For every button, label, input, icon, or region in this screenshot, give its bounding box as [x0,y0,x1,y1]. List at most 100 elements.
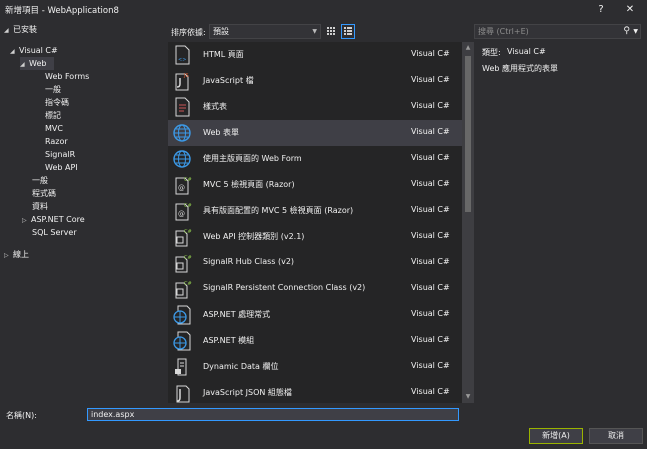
scroll-down-icon[interactable]: ▼ [462,393,474,400]
tree-item-directives[interactable]: 指令碼 [45,96,69,109]
template-language: Visual C# [411,179,450,188]
template-language: Visual C# [411,205,450,214]
template-row[interactable]: JavaScript JSON 組態檔 Visual C# [168,380,462,403]
template-name: Web 表單 [203,128,239,137]
cancel-button[interactable]: 取消 [589,428,643,444]
tree-item-visual-csharp[interactable]: ◢ Visual C# [10,44,58,57]
svg-text:C#: C# [184,255,192,261]
globe-file-icon [172,331,192,351]
stylesheet-icon [172,97,192,117]
sort-label: 排序依據: [171,28,206,37]
scroll-up-icon[interactable]: ▲ [462,44,474,51]
template-row[interactable]: @ C# MVC 5 檢視頁面 (Razor) Visual C# [168,172,462,198]
template-row[interactable]: 樣式表 Visual C# [168,94,462,120]
template-row[interactable]: ASP.NET 處理常式 Visual C# [168,302,462,328]
chevron-down-icon: ▼ [312,28,317,35]
tree-item-installed[interactable]: ◢ 已安裝 [4,23,37,36]
svg-text:C#: C# [184,177,192,183]
class-file-icon: C# [172,227,192,247]
razor-view-icon: @ C# [172,201,192,221]
search-placeholder: 搜尋 (Ctrl+E) [478,27,529,36]
web-form-icon [172,123,192,143]
template-list[interactable]: <> HTML 頁面 Visual C# JS JavaScript 檔 Visual C… [168,42,462,403]
template-row[interactable]: C# Web API 控制器類別 (v2.1) Visual C# [168,224,462,250]
class-file-icon: C# [172,279,192,299]
name-input[interactable] [87,408,459,421]
template-row[interactable]: @ C# 具有版面配置的 MVC 5 檢視頁面 (Razor) Visual C# [168,198,462,224]
svg-text:@: @ [178,184,185,192]
template-name: 具有版面配置的 MVC 5 檢視頁面 (Razor) [203,206,354,215]
search-icon[interactable]: ⚲ [623,25,630,38]
razor-view-icon: @ C# [172,175,192,195]
json-file-icon [172,383,192,403]
search-input[interactable]: 搜尋 (Ctrl+E) ⚲ ▼ [474,24,641,39]
tree-item-online[interactable]: ▷ 線上 [4,248,29,261]
tree-item-web[interactable]: ◢ Web [20,57,54,70]
template-row[interactable]: <> HTML 頁面 Visual C# [168,42,462,68]
tree-item-web-api[interactable]: Web API [45,161,78,174]
template-row[interactable]: C# SignalR Persistent Connection Class (v… [168,276,462,302]
help-button[interactable]: ? [592,2,610,18]
template-name: 樣式表 [203,102,227,111]
template-language: Visual C# [411,75,450,84]
template-row[interactable]: Web 表單 Visual C# [168,120,462,146]
expand-arrow-icon[interactable]: ▷ [4,249,13,262]
template-name: Dynamic Data 欄位 [203,362,279,371]
svg-text:C#: C# [184,281,192,287]
template-language: Visual C# [411,231,450,240]
template-language: Visual C# [411,153,450,162]
chevron-down-icon[interactable]: ▼ [633,25,638,38]
dynamic-data-icon [172,357,192,377]
template-language: Visual C# [411,283,450,292]
close-button[interactable]: ✕ [621,2,639,18]
collapse-arrow-icon[interactable]: ◢ [4,24,13,37]
svg-text:C#: C# [184,203,192,209]
list-scrollbar[interactable]: ▲ ▼ [462,42,474,403]
tree-item-web-forms[interactable]: Web Forms [45,70,89,83]
tree-item-signalr[interactable]: SignalR [45,148,75,161]
template-name: JavaScript JSON 組態檔 [203,388,292,397]
tree-item-razor[interactable]: Razor [45,135,68,148]
template-language: Visual C# [411,257,450,266]
template-language: Visual C# [411,127,450,136]
html-page-icon: <> [172,45,192,65]
grid-view-icon [327,27,335,35]
scrollbar-thumb[interactable] [465,56,471,212]
name-label: 名稱(N): [6,411,37,420]
sort-value: 預設 [213,27,229,36]
collapse-arrow-icon[interactable]: ◢ [20,58,29,71]
template-language: Visual C# [411,361,450,370]
tree-item-data[interactable]: 資料 [32,200,48,213]
template-row[interactable]: Dynamic Data 欄位 Visual C# [168,354,462,380]
tree-item-general2[interactable]: 一般 [32,174,48,187]
sort-dropdown[interactable]: 預設 ▼ [209,24,321,39]
template-row[interactable]: 使用主版頁面的 Web Form Visual C# [168,146,462,172]
description: Web 應用程式的表單 [482,64,558,73]
template-language: Visual C# [411,387,450,396]
template-row[interactable]: C# SignalR Hub Class (v2) Visual C# [168,250,462,276]
tree-item-mvc[interactable]: MVC [45,122,63,135]
svg-text:C#: C# [184,229,192,235]
grid-view-button[interactable] [324,24,338,39]
template-row[interactable]: JS JavaScript 檔 Visual C# [168,68,462,94]
list-view-button[interactable] [341,24,355,39]
template-row[interactable]: ASP.NET 模組 Visual C# [168,328,462,354]
add-button[interactable]: 新增(A) [529,428,583,444]
svg-text:JS: JS [183,73,189,79]
tree-item-general[interactable]: 一般 [45,83,61,96]
tree-item-sql-server[interactable]: SQL Server [32,226,77,239]
template-name: ASP.NET 模組 [203,336,255,345]
tree-item-code[interactable]: 程式碼 [32,187,56,200]
template-name: ASP.NET 處理常式 [203,310,271,319]
class-file-icon: C# [172,253,192,273]
template-name: 使用主版頁面的 Web Form [203,154,302,163]
tree-item-aspnet-core[interactable]: ▷ ASP.NET Core [22,213,85,226]
expand-arrow-icon[interactable]: ▷ [22,214,31,227]
javascript-file-icon: JS [172,71,192,91]
tree-item-markup[interactable]: 標記 [45,109,61,122]
svg-text:<>: <> [178,57,186,63]
title-bar: 新增項目 - WebApplication8 ? ✕ [0,0,647,20]
template-name: SignalR Hub Class (v2) [203,257,295,266]
collapse-arrow-icon[interactable]: ◢ [10,45,19,58]
template-name: Web API 控制器類別 (v2.1) [203,232,305,241]
